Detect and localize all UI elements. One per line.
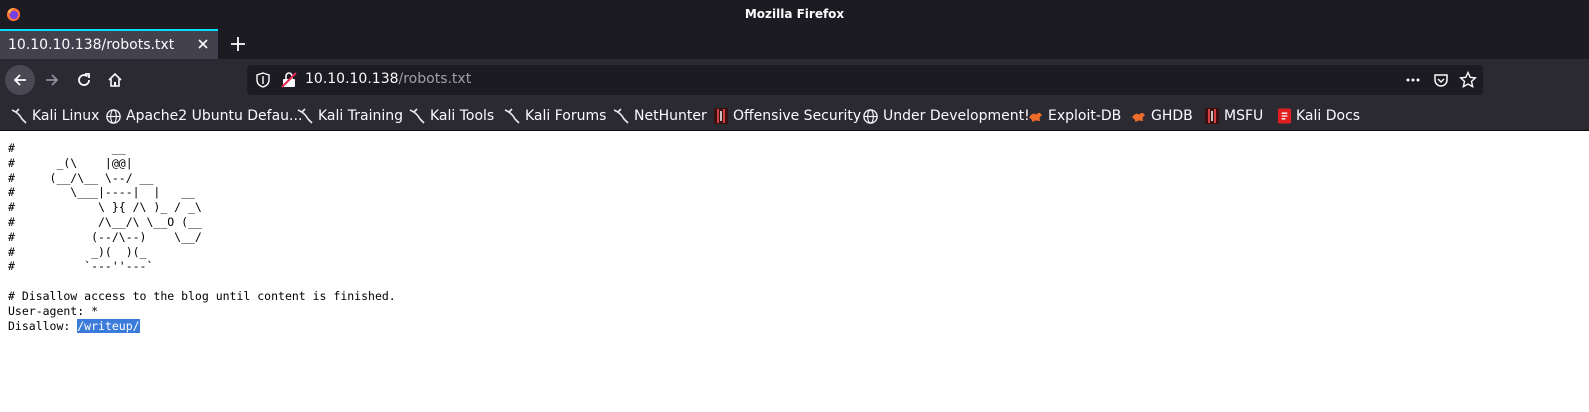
- tab-strip: 10.10.10.138/robots.txt: [0, 29, 1589, 59]
- bookmark-kali-docs[interactable]: Kali Docs: [1277, 107, 1360, 125]
- robots-txt-text: # __ # _(\ |@@| # (__/\__ \--/ __ # \___…: [8, 141, 396, 333]
- bookmark-label: Kali Linux: [32, 108, 100, 124]
- bookmark-label: Under Development!: [883, 108, 1030, 124]
- ascii-art-line: # \ }{ /\ )_ / _\: [8, 200, 202, 215]
- bookmark-label: Kali Training: [318, 108, 403, 124]
- ascii-art-line: # (__/\__ \--/ __: [8, 170, 154, 185]
- bookmark-label: MSFU: [1224, 108, 1264, 124]
- bookmark-label: Kali Forums: [525, 108, 607, 124]
- navigation-toolbar: 10.10.10.138/robots.txt: [0, 59, 1589, 101]
- window-title: Mozilla Firefox: [744, 7, 845, 21]
- bookmark-kali-forums[interactable]: Kali Forums: [503, 107, 606, 125]
- bookmark-label: Kali Tools: [430, 108, 495, 124]
- bookmark-offensive-security[interactable]: Offensive Security: [713, 107, 861, 125]
- kali-docs-icon: [1277, 108, 1292, 124]
- insecure-lock-icon[interactable]: [281, 72, 297, 88]
- bookmark-exploit-db[interactable]: Exploit-DB: [1027, 107, 1121, 125]
- disallow-label: Disallow:: [8, 318, 78, 333]
- kali-dragon-icon: [297, 108, 313, 124]
- new-tab-icon[interactable]: [228, 34, 248, 54]
- home-button[interactable]: [100, 65, 130, 95]
- back-button[interactable]: [5, 65, 35, 95]
- bookmark-label: Exploit-DB: [1048, 108, 1122, 124]
- title-bar: Mozilla Firefox: [0, 0, 1589, 29]
- bookmark-kali-training[interactable]: Kali Training: [296, 107, 403, 125]
- bookmark-under-development[interactable]: Under Development!: [862, 107, 1030, 125]
- reload-button[interactable]: [69, 65, 99, 95]
- exploitdb-icon: [1028, 112, 1043, 122]
- globe-icon: [106, 108, 121, 124]
- bookmark-ghdb[interactable]: GHDB: [1130, 107, 1193, 125]
- bookmark-label: NetHunter: [634, 108, 707, 124]
- kali-dragon-icon: [504, 108, 520, 124]
- ascii-art-line: # _)( )(_: [8, 244, 147, 259]
- robots-comment: # Disallow access to the blog until cont…: [8, 288, 396, 303]
- exploitdb-icon: [1131, 112, 1146, 122]
- arrow-left-icon: [13, 74, 26, 86]
- kali-dragon-icon: [11, 108, 27, 124]
- kali-dragon-icon: [613, 108, 629, 124]
- offsec-icon: [714, 108, 728, 124]
- user-agent-line: User-agent: *: [8, 303, 99, 318]
- url-text[interactable]: 10.10.10.138/robots.txt: [305, 71, 471, 87]
- tab-label: 10.10.10.138/robots.txt: [8, 37, 175, 53]
- ascii-art-line: # __: [8, 141, 126, 155]
- ascii-art-line: # /\__/\ \__O (__: [8, 214, 202, 229]
- bookmark-apache2-ubuntu[interactable]: Apache2 Ubuntu Defau...: [105, 107, 302, 125]
- home-icon: [108, 72, 122, 87]
- offsec-icon: [1205, 108, 1219, 124]
- bookmark-label: Apache2 Ubuntu Defau...: [126, 108, 303, 124]
- bookmark-nethunter[interactable]: NetHunter: [612, 107, 707, 125]
- bookmark-msfu[interactable]: MSFU: [1204, 107, 1263, 125]
- pocket-icon[interactable]: [1433, 72, 1449, 88]
- bookmark-kali-linux[interactable]: Kali Linux: [10, 107, 99, 125]
- bookmark-label: GHDB: [1151, 108, 1193, 124]
- ascii-art-line: # (--/\--) \__/: [8, 229, 202, 244]
- globe-icon: [863, 108, 878, 124]
- close-tab-icon[interactable]: [196, 37, 210, 51]
- tab-robots[interactable]: 10.10.10.138/robots.txt: [0, 29, 218, 59]
- ascii-art-line: # `---''---`: [8, 259, 154, 274]
- url-path: /robots.txt: [398, 71, 472, 87]
- bookmarks-toolbar: Kali Linux Apache2 Ubuntu Defau... Kali …: [0, 101, 1589, 131]
- bookmark-kali-tools[interactable]: Kali Tools: [408, 107, 494, 125]
- bookmark-label: Kali Docs: [1296, 108, 1361, 124]
- url-bar[interactable]: 10.10.10.138/robots.txt: [247, 65, 1483, 95]
- tracking-protection-shield-icon[interactable]: [255, 72, 271, 88]
- disallow-path-selected[interactable]: /writeup/: [77, 318, 140, 333]
- reload-icon: [78, 73, 90, 86]
- ascii-art-line: # \___|----| | __: [8, 185, 195, 200]
- arrow-right-icon: [46, 74, 59, 86]
- kali-dragon-icon: [409, 108, 425, 124]
- ascii-art-line: # _(\ |@@|: [8, 155, 133, 170]
- forward-button[interactable]: [37, 65, 67, 95]
- bookmark-star-icon[interactable]: [1459, 71, 1477, 89]
- url-host: 10.10.10.138: [305, 71, 399, 87]
- page-actions-menu-icon[interactable]: [1405, 72, 1421, 88]
- bookmark-label: Offensive Security: [733, 108, 862, 124]
